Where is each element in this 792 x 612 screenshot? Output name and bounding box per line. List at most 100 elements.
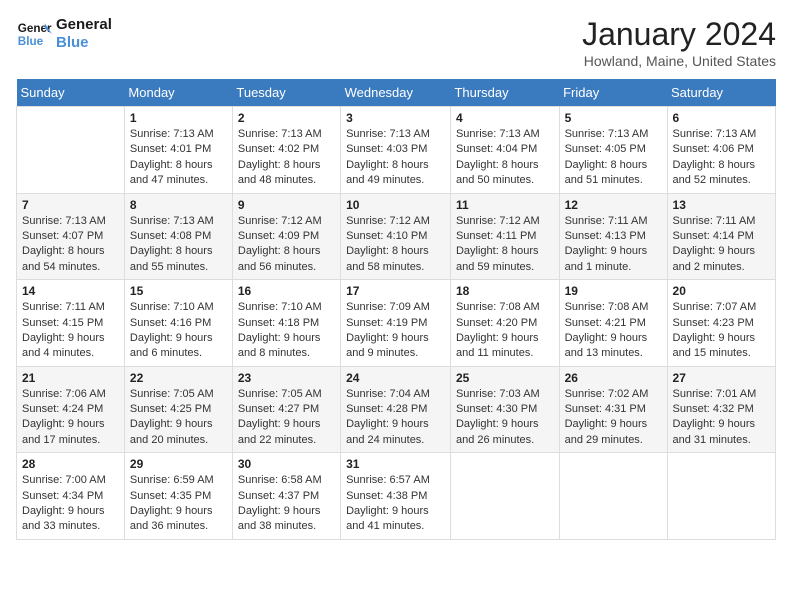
sunrise-text: Sunrise: 7:13 AM xyxy=(346,127,445,142)
daylight-text: Daylight: 8 hours and 56 minutes. xyxy=(238,244,335,275)
daylight-text: Daylight: 9 hours and 20 minutes. xyxy=(130,417,227,448)
day-number: 15 xyxy=(130,284,227,298)
sunset-text: Sunset: 4:11 PM xyxy=(456,229,554,244)
day-info: Sunrise: 7:13 AM Sunset: 4:05 PM Dayligh… xyxy=(565,127,662,189)
day-number: 31 xyxy=(346,457,445,471)
day-number: 14 xyxy=(22,284,119,298)
day-info: Sunrise: 7:11 AM Sunset: 4:13 PM Dayligh… xyxy=(565,214,662,276)
daylight-text: Daylight: 8 hours and 52 minutes. xyxy=(673,158,770,189)
sunrise-text: Sunrise: 7:13 AM xyxy=(673,127,770,142)
day-cell: 21 Sunrise: 7:06 AM Sunset: 4:24 PM Dayl… xyxy=(17,366,125,453)
day-cell: 27 Sunrise: 7:01 AM Sunset: 4:32 PM Dayl… xyxy=(667,366,775,453)
week-row-5: 28 Sunrise: 7:00 AM Sunset: 4:34 PM Dayl… xyxy=(17,453,776,540)
sunset-text: Sunset: 4:35 PM xyxy=(130,489,227,504)
sunrise-text: Sunrise: 7:08 AM xyxy=(565,300,662,315)
day-info: Sunrise: 7:02 AM Sunset: 4:31 PM Dayligh… xyxy=(565,387,662,449)
daylight-text: Daylight: 9 hours and 13 minutes. xyxy=(565,331,662,362)
daylight-text: Daylight: 8 hours and 59 minutes. xyxy=(456,244,554,275)
day-info: Sunrise: 6:59 AM Sunset: 4:35 PM Dayligh… xyxy=(130,473,227,535)
sunset-text: Sunset: 4:38 PM xyxy=(346,489,445,504)
day-number: 17 xyxy=(346,284,445,298)
daylight-text: Daylight: 8 hours and 55 minutes. xyxy=(130,244,227,275)
daylight-text: Daylight: 8 hours and 58 minutes. xyxy=(346,244,445,275)
sunrise-text: Sunrise: 7:13 AM xyxy=(130,127,227,142)
sunrise-text: Sunrise: 7:13 AM xyxy=(456,127,554,142)
sunrise-text: Sunrise: 7:13 AM xyxy=(130,214,227,229)
sunrise-text: Sunrise: 7:11 AM xyxy=(673,214,770,229)
sunset-text: Sunset: 4:19 PM xyxy=(346,316,445,331)
header-row: SundayMondayTuesdayWednesdayThursdayFrid… xyxy=(17,79,776,107)
sunrise-text: Sunrise: 7:13 AM xyxy=(238,127,335,142)
day-cell: 3 Sunrise: 7:13 AM Sunset: 4:03 PM Dayli… xyxy=(341,107,451,194)
sunrise-text: Sunrise: 7:02 AM xyxy=(565,387,662,402)
day-number: 30 xyxy=(238,457,335,471)
day-info: Sunrise: 7:09 AM Sunset: 4:19 PM Dayligh… xyxy=(346,300,445,362)
sunrise-text: Sunrise: 7:11 AM xyxy=(565,214,662,229)
day-cell: 24 Sunrise: 7:04 AM Sunset: 4:28 PM Dayl… xyxy=(341,366,451,453)
sunrise-text: Sunrise: 7:03 AM xyxy=(456,387,554,402)
day-info: Sunrise: 7:07 AM Sunset: 4:23 PM Dayligh… xyxy=(673,300,770,362)
day-number: 21 xyxy=(22,371,119,385)
day-cell: 7 Sunrise: 7:13 AM Sunset: 4:07 PM Dayli… xyxy=(17,193,125,280)
sunrise-text: Sunrise: 6:58 AM xyxy=(238,473,335,488)
sunset-text: Sunset: 4:16 PM xyxy=(130,316,227,331)
svg-text:Blue: Blue xyxy=(18,35,44,48)
daylight-text: Daylight: 9 hours and 9 minutes. xyxy=(346,331,445,362)
day-cell: 14 Sunrise: 7:11 AM Sunset: 4:15 PM Dayl… xyxy=(17,280,125,367)
sunrise-text: Sunrise: 7:09 AM xyxy=(346,300,445,315)
sunset-text: Sunset: 4:31 PM xyxy=(565,402,662,417)
day-number: 24 xyxy=(346,371,445,385)
sunrise-text: Sunrise: 7:06 AM xyxy=(22,387,119,402)
sunset-text: Sunset: 4:30 PM xyxy=(456,402,554,417)
day-cell: 28 Sunrise: 7:00 AM Sunset: 4:34 PM Dayl… xyxy=(17,453,125,540)
day-number: 7 xyxy=(22,198,119,212)
day-cell xyxy=(559,453,667,540)
day-cell: 26 Sunrise: 7:02 AM Sunset: 4:31 PM Dayl… xyxy=(559,366,667,453)
day-number: 1 xyxy=(130,111,227,125)
daylight-text: Daylight: 9 hours and 11 minutes. xyxy=(456,331,554,362)
day-info: Sunrise: 7:11 AM Sunset: 4:14 PM Dayligh… xyxy=(673,214,770,276)
day-info: Sunrise: 7:04 AM Sunset: 4:28 PM Dayligh… xyxy=(346,387,445,449)
sunrise-text: Sunrise: 7:11 AM xyxy=(22,300,119,315)
sunrise-text: Sunrise: 7:05 AM xyxy=(238,387,335,402)
daylight-text: Daylight: 9 hours and 38 minutes. xyxy=(238,504,335,535)
day-info: Sunrise: 7:13 AM Sunset: 4:02 PM Dayligh… xyxy=(238,127,335,189)
header-cell-thursday: Thursday xyxy=(450,79,559,107)
week-row-3: 14 Sunrise: 7:11 AM Sunset: 4:15 PM Dayl… xyxy=(17,280,776,367)
daylight-text: Daylight: 9 hours and 15 minutes. xyxy=(673,331,770,362)
header-cell-monday: Monday xyxy=(124,79,232,107)
logo-general: General xyxy=(56,16,112,34)
day-number: 11 xyxy=(456,198,554,212)
sunset-text: Sunset: 4:01 PM xyxy=(130,142,227,157)
day-number: 23 xyxy=(238,371,335,385)
week-row-1: 1 Sunrise: 7:13 AM Sunset: 4:01 PM Dayli… xyxy=(17,107,776,194)
day-info: Sunrise: 7:00 AM Sunset: 4:34 PM Dayligh… xyxy=(22,473,119,535)
sunrise-text: Sunrise: 7:07 AM xyxy=(673,300,770,315)
day-info: Sunrise: 7:03 AM Sunset: 4:30 PM Dayligh… xyxy=(456,387,554,449)
day-cell xyxy=(450,453,559,540)
day-cell: 11 Sunrise: 7:12 AM Sunset: 4:11 PM Dayl… xyxy=(450,193,559,280)
calendar-body: 1 Sunrise: 7:13 AM Sunset: 4:01 PM Dayli… xyxy=(17,107,776,540)
sunset-text: Sunset: 4:02 PM xyxy=(238,142,335,157)
day-info: Sunrise: 7:08 AM Sunset: 4:20 PM Dayligh… xyxy=(456,300,554,362)
logo-blue: Blue xyxy=(56,34,112,52)
day-cell: 25 Sunrise: 7:03 AM Sunset: 4:30 PM Dayl… xyxy=(450,366,559,453)
daylight-text: Daylight: 8 hours and 50 minutes. xyxy=(456,158,554,189)
week-row-2: 7 Sunrise: 7:13 AM Sunset: 4:07 PM Dayli… xyxy=(17,193,776,280)
header-cell-friday: Friday xyxy=(559,79,667,107)
day-number: 8 xyxy=(130,198,227,212)
day-number: 3 xyxy=(346,111,445,125)
day-number: 6 xyxy=(673,111,770,125)
sunset-text: Sunset: 4:34 PM xyxy=(22,489,119,504)
sunset-text: Sunset: 4:32 PM xyxy=(673,402,770,417)
day-info: Sunrise: 7:12 AM Sunset: 4:10 PM Dayligh… xyxy=(346,214,445,276)
day-cell xyxy=(667,453,775,540)
day-number: 16 xyxy=(238,284,335,298)
daylight-text: Daylight: 9 hours and 31 minutes. xyxy=(673,417,770,448)
header-cell-sunday: Sunday xyxy=(17,79,125,107)
daylight-text: Daylight: 9 hours and 29 minutes. xyxy=(565,417,662,448)
daylight-text: Daylight: 9 hours and 22 minutes. xyxy=(238,417,335,448)
daylight-text: Daylight: 8 hours and 47 minutes. xyxy=(130,158,227,189)
day-number: 10 xyxy=(346,198,445,212)
sunrise-text: Sunrise: 7:00 AM xyxy=(22,473,119,488)
